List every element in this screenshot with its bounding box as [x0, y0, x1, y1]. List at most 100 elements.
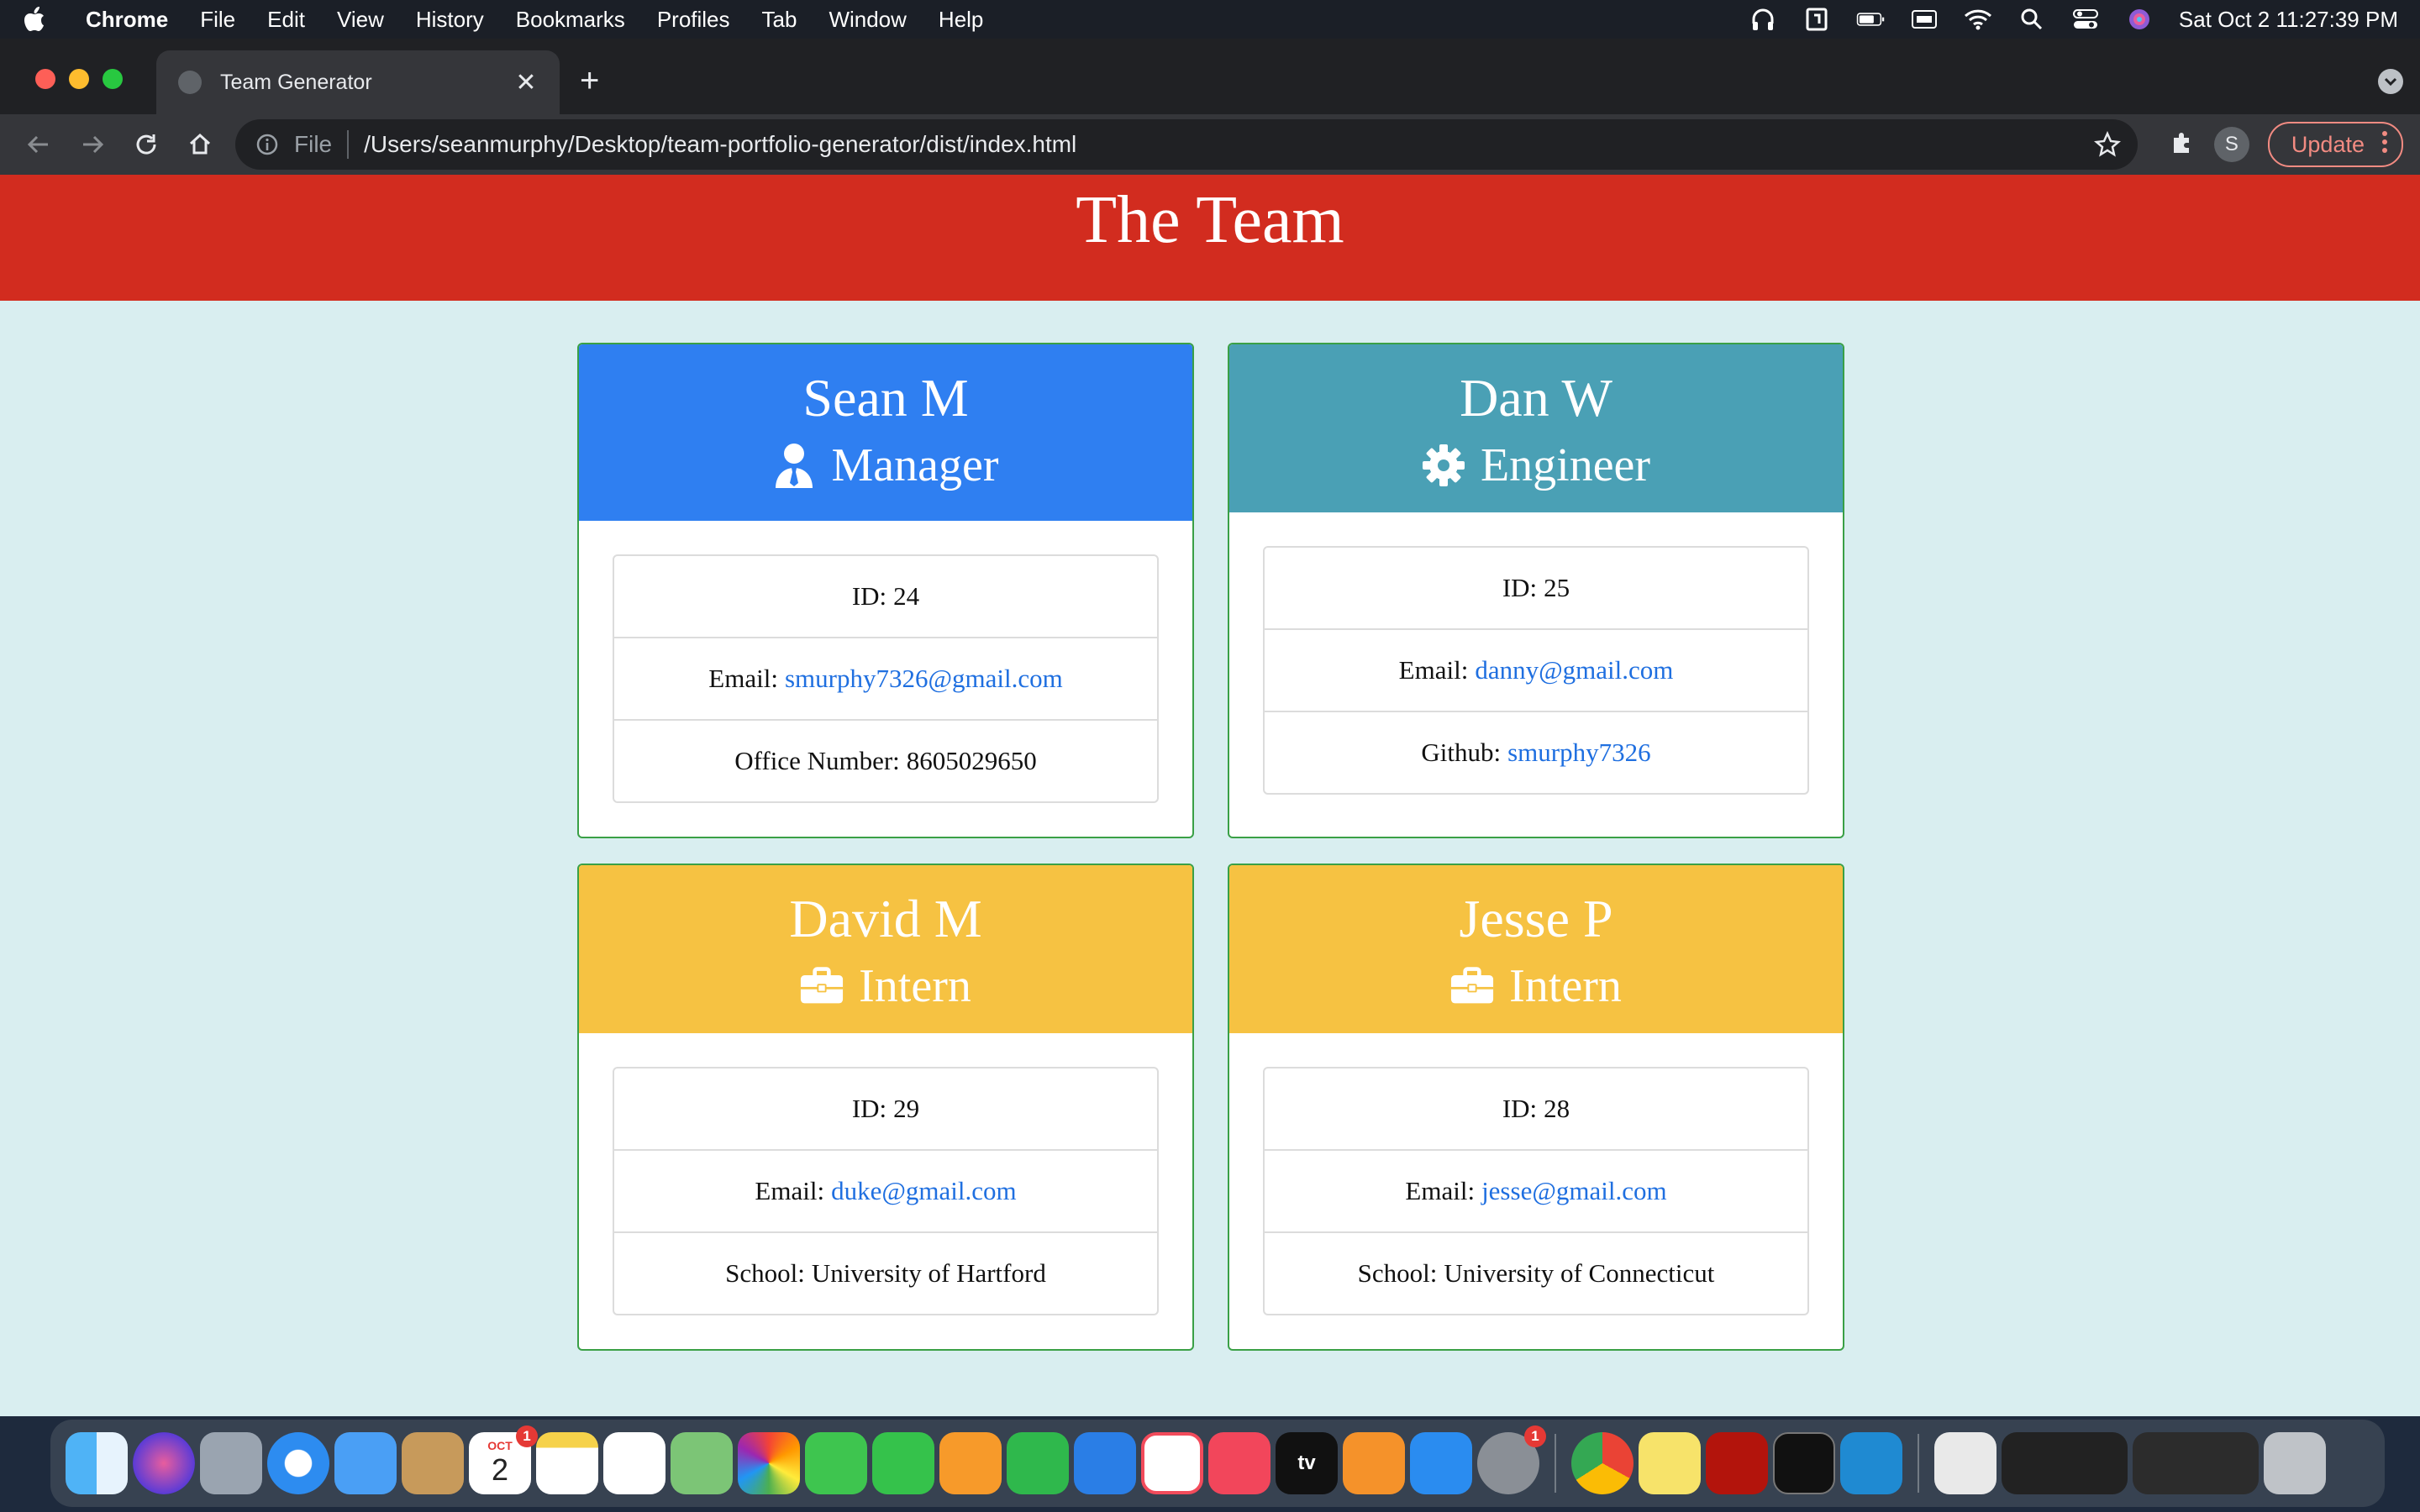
employee-role: Manager	[579, 432, 1192, 499]
forward-arrow-icon[interactable]	[77, 129, 108, 160]
user-tie-icon	[772, 444, 816, 488]
browser-toolbar: File /Users/seanmurphy/Desktop/team-port…	[0, 114, 2420, 175]
photos-icon[interactable]	[738, 1432, 800, 1494]
notes-icon[interactable]	[536, 1432, 598, 1494]
reload-icon[interactable]	[131, 129, 161, 160]
menu-view[interactable]: View	[337, 7, 384, 33]
maps-icon[interactable]	[671, 1432, 733, 1494]
status-area: Sat Oct 2 11:27:39 PM	[1749, 0, 2398, 39]
email-link[interactable]: duke@gmail.com	[831, 1176, 1017, 1206]
menu-help[interactable]: Help	[939, 7, 983, 33]
url-text[interactable]: /Users/seanmurphy/Desktop/team-portfolio…	[364, 131, 1076, 158]
vscode-icon[interactable]	[1840, 1432, 1902, 1494]
finder-icon[interactable]	[66, 1432, 128, 1494]
system-preferences-icon[interactable]: 1	[1477, 1425, 1546, 1494]
employee-role: Engineer	[1229, 432, 1843, 499]
bookmark-star-icon[interactable]	[2094, 130, 2121, 164]
menu-tab[interactable]: Tab	[762, 7, 797, 33]
headphones-icon[interactable]	[1749, 7, 1777, 32]
window-close-button[interactable]	[35, 69, 55, 89]
keynote-icon[interactable]	[1074, 1432, 1136, 1494]
employee-role: Intern	[579, 953, 1192, 1020]
menu-bookmarks[interactable]: Bookmarks	[516, 7, 625, 33]
tab-search-chevron-icon[interactable]	[2378, 69, 2403, 94]
menu-edit[interactable]: Edit	[267, 7, 305, 33]
role-label: Manager	[831, 439, 999, 491]
terminal-icon[interactable]	[1773, 1432, 1835, 1494]
mail-icon[interactable]	[334, 1432, 397, 1494]
wifi-icon[interactable]	[1964, 7, 1992, 32]
profile-avatar[interactable]: S	[2213, 127, 2249, 162]
card-header: Sean M Manager	[579, 344, 1192, 521]
menu-window[interactable]: Window	[829, 7, 906, 33]
more-menu-icon[interactable]	[2381, 130, 2388, 160]
facetime-icon[interactable]	[872, 1432, 934, 1494]
contacts-icon[interactable]	[402, 1432, 464, 1494]
browser-tab-active[interactable]: Team Generator ✕	[156, 50, 560, 114]
document-icon[interactable]	[1934, 1432, 1996, 1494]
apple-tv-icon[interactable]: tv	[1276, 1432, 1338, 1494]
window-zoom-button[interactable]	[103, 69, 123, 89]
employee-name: Jesse P	[1459, 889, 1613, 948]
menu-profiles[interactable]: Profiles	[657, 7, 730, 33]
globe-favicon-icon	[178, 71, 202, 94]
menu-bar-clock[interactable]: Sat Oct 2 11:27:39 PM	[2179, 7, 2398, 33]
menu-app-chrome[interactable]: Chrome	[86, 7, 168, 33]
url-separator	[347, 130, 350, 159]
school-row: School: University of Hartford	[614, 1233, 1157, 1314]
school-label: School:	[1357, 1258, 1438, 1288]
update-button[interactable]: Update	[2267, 122, 2403, 167]
id-value: 28	[1544, 1094, 1570, 1123]
menu-history[interactable]: History	[416, 7, 484, 33]
id-row: ID: 29	[614, 1068, 1157, 1151]
extensions-puzzle-icon[interactable]	[2169, 129, 2196, 160]
calendar-icon[interactable]: OCT 2 1	[469, 1425, 538, 1494]
address-bar[interactable]: File /Users/seanmurphy/Desktop/team-port…	[235, 119, 2138, 170]
dock-separator	[1918, 1434, 1919, 1493]
safari-icon[interactable]	[267, 1432, 329, 1494]
id-label: ID:	[1502, 573, 1538, 602]
team-cards: Sean M Manager ID: 24 Email: smurphy7326…	[253, 343, 2169, 1351]
chrome-icon[interactable]	[1571, 1432, 1634, 1494]
app-store-icon[interactable]	[1410, 1432, 1472, 1494]
home-icon[interactable]	[185, 129, 215, 160]
tab-close-icon[interactable]: ✕	[509, 68, 543, 97]
info-list: ID: 24 Email: smurphy7326@gmail.com Offi…	[613, 554, 1159, 803]
reminders-icon[interactable]	[603, 1432, 666, 1494]
news-icon[interactable]	[1141, 1432, 1203, 1494]
menu-file[interactable]: File	[200, 7, 235, 33]
launchpad-icon[interactable]	[200, 1432, 262, 1494]
employee-name: Dan W	[1460, 368, 1612, 428]
app-status-icon[interactable]	[1802, 7, 1831, 32]
page-title: The Team	[1076, 183, 1344, 257]
new-tab-plus-icon[interactable]: +	[580, 64, 599, 97]
id-row: ID: 24	[614, 556, 1157, 638]
apple-menu-icon[interactable]	[24, 7, 74, 32]
github-link[interactable]: smurphy7326	[1507, 738, 1651, 768]
back-arrow-icon[interactable]	[24, 129, 54, 160]
email-link[interactable]: danny@gmail.com	[1475, 655, 1673, 685]
window-minimize-button[interactable]	[69, 69, 89, 89]
messages-icon[interactable]	[805, 1432, 867, 1494]
music-icon[interactable]	[1208, 1432, 1270, 1494]
siri-icon[interactable]	[2125, 7, 2154, 32]
trash-icon[interactable]	[2264, 1432, 2326, 1494]
stickies-icon[interactable]	[1639, 1432, 1701, 1494]
keyboard-input-icon[interactable]	[1910, 7, 1939, 32]
pages-icon[interactable]	[939, 1432, 1002, 1494]
email-link[interactable]: jesse@gmail.com	[1481, 1176, 1667, 1206]
spotlight-search-icon[interactable]	[2018, 7, 2046, 32]
minimized-window-thumbnail[interactable]	[2002, 1432, 2128, 1494]
email-link[interactable]: smurphy7326@gmail.com	[785, 664, 1063, 694]
siri-icon[interactable]	[133, 1432, 195, 1494]
minimized-window-thumbnail[interactable]	[2133, 1432, 2259, 1494]
books-icon[interactable]	[1343, 1432, 1405, 1494]
id-row: ID: 25	[1265, 548, 1807, 630]
employee-name: Sean M	[802, 368, 969, 428]
battery-icon[interactable]	[1856, 7, 1885, 32]
control-center-icon[interactable]	[2071, 7, 2100, 32]
acrobat-icon[interactable]	[1706, 1432, 1768, 1494]
email-row: Email: danny@gmail.com	[1265, 630, 1807, 712]
site-info-icon[interactable]	[255, 132, 281, 157]
numbers-icon[interactable]	[1007, 1432, 1069, 1494]
